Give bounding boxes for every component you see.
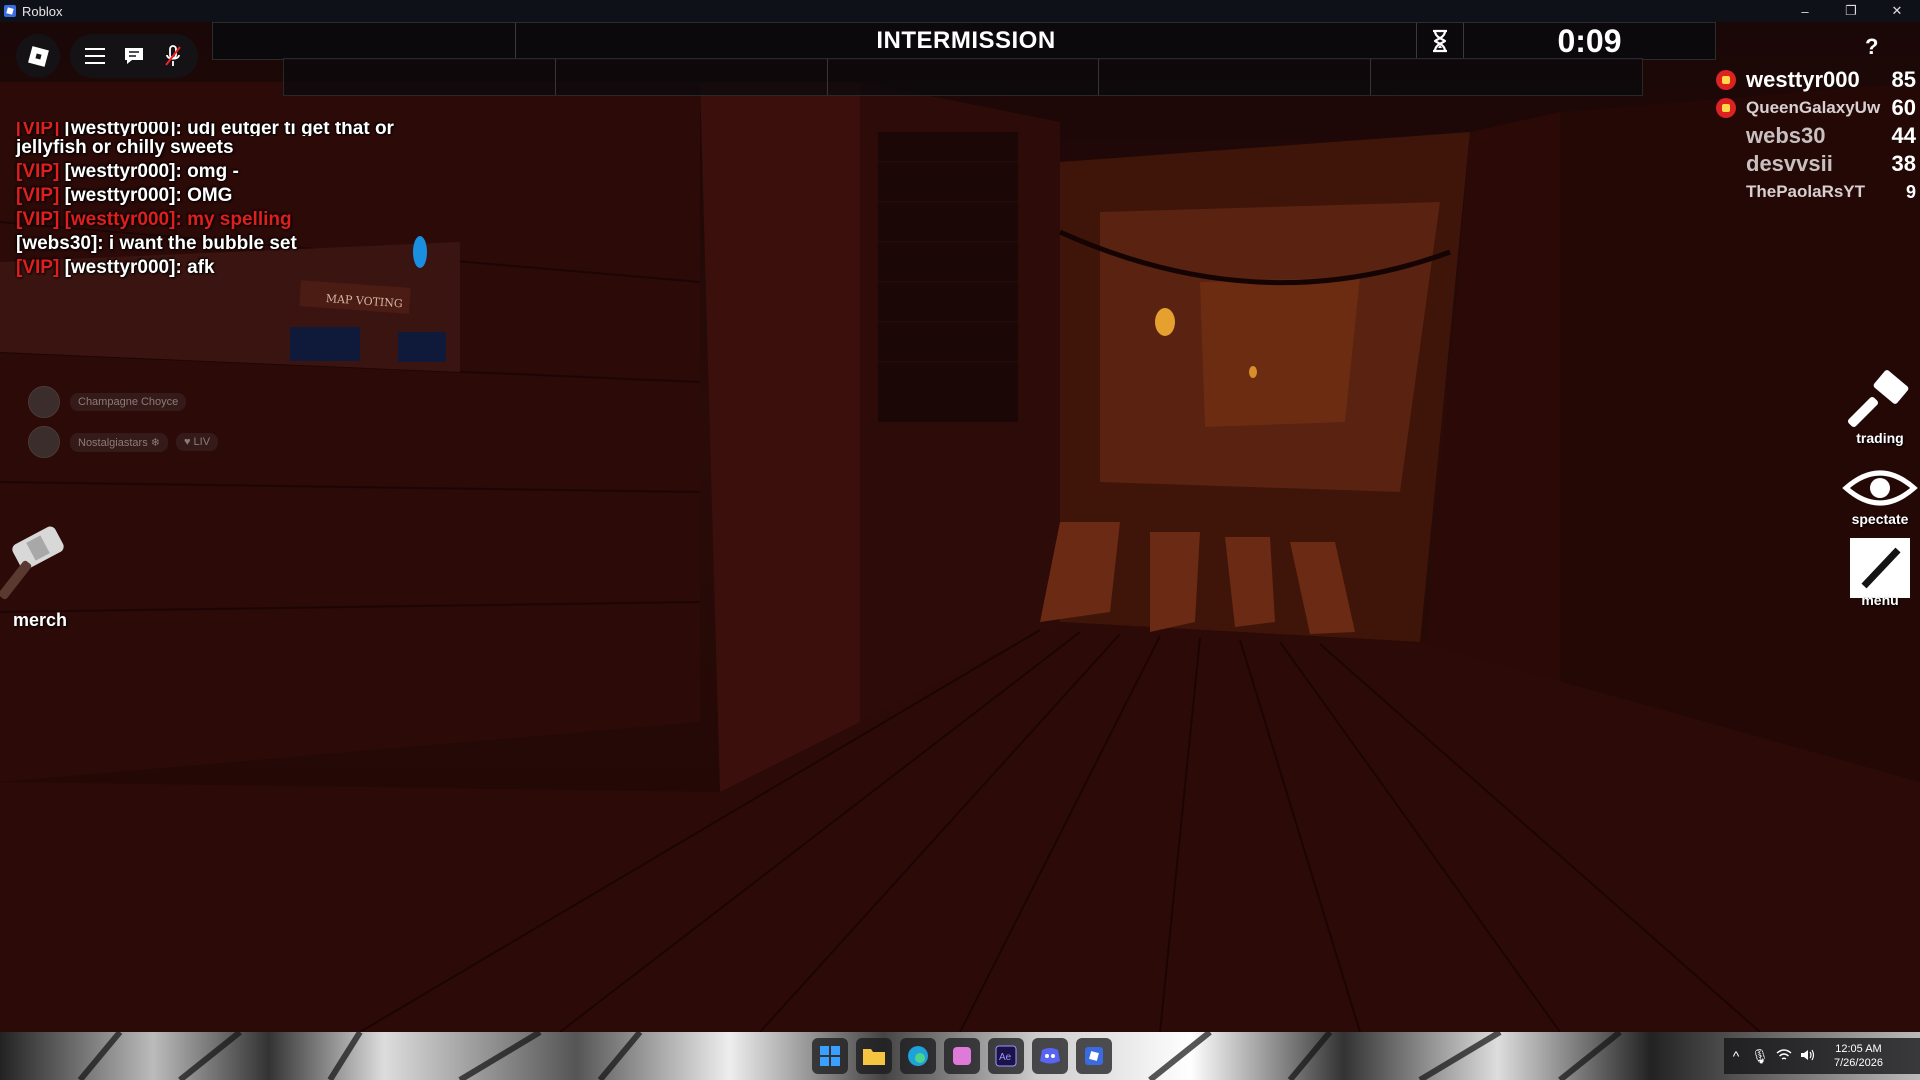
close-button[interactable]: ✕ <box>1874 0 1920 22</box>
hamburger-menu-icon[interactable] <box>80 41 110 71</box>
leaderboard-row[interactable]: westtyr000 85 <box>1716 66 1916 94</box>
player-score: 9 <box>1905 181 1916 202</box>
status-bar-left-slot <box>213 23 516 59</box>
chat-message: [VIP] [westtyr000]: OMG <box>16 185 233 206</box>
svg-text:Ae: Ae <box>999 1052 1012 1063</box>
leaderboard-row[interactable]: QueenGalaxyUw 60 <box>1716 94 1916 122</box>
window-title: Roblox <box>22 3 63 19</box>
roblox-menu-button[interactable] <box>16 34 60 78</box>
round-status-label: INTERMISSION <box>516 23 1417 59</box>
roblox-toolbar <box>70 34 198 78</box>
player-slot <box>1099 59 1372 95</box>
player-name: desvvsii <box>1746 151 1833 176</box>
after-effects-icon[interactable]: Ae <box>988 1038 1024 1074</box>
menu-button[interactable]: menu <box>1840 534 1920 610</box>
microphone-muted-icon[interactable] <box>158 41 188 71</box>
hammer-icon <box>0 526 64 600</box>
avatar <box>28 386 60 418</box>
roblox-app-icon <box>4 5 16 17</box>
windows-start-icon[interactable] <box>812 1038 848 1074</box>
system-tray: ^ 🎙 12:05 AM 7/26/2026 <box>1724 1038 1920 1074</box>
round-status-bar: INTERMISSION 0:09 <box>212 22 1716 60</box>
wifi-icon[interactable] <box>1772 1048 1796 1065</box>
chat-message: [VIP] [westtyr000]: omg - <box>16 161 239 182</box>
microphone-icon[interactable]: 🎙 <box>1748 1048 1772 1065</box>
edge-browser-icon[interactable] <box>900 1038 936 1074</box>
player-name: webs30 <box>1746 123 1826 148</box>
leaderboard-row[interactable]: webs30 44 <box>1716 122 1916 150</box>
window-controls: – ❐ ✕ <box>1782 0 1920 22</box>
discord-icon[interactable] <box>1032 1038 1068 1074</box>
taskbar-pinned-apps: Ae <box>812 1038 1112 1074</box>
hammer-icon <box>1847 370 1909 428</box>
minimize-button[interactable]: – <box>1782 0 1828 22</box>
player-slot <box>828 59 1100 95</box>
round-timer: 0:09 <box>1557 22 1622 59</box>
player-score: 44 <box>1891 123 1916 148</box>
notification-player-name: Nostalgiastars ❄ <box>70 432 168 452</box>
player-slot <box>1371 59 1642 95</box>
pink-app-icon[interactable] <box>944 1038 980 1074</box>
player-score: 38 <box>1891 151 1916 176</box>
merch-button[interactable]: merch <box>0 520 80 630</box>
roblox-icon[interactable] <box>1076 1038 1112 1074</box>
trading-label: trading <box>1856 430 1904 446</box>
file-explorer-icon[interactable] <box>856 1038 892 1074</box>
chat-toggle-icon[interactable] <box>119 41 149 71</box>
notification-badge: ♥ LIV <box>175 433 219 451</box>
window-titlebar: Roblox – ❐ ✕ <box>0 0 1920 22</box>
windows-taskbar: Ae ^ 🎙 12:05 AM 7/26/2026 <box>0 1032 1920 1080</box>
player-slot <box>284 59 556 95</box>
menu-label: menu <box>1861 592 1899 608</box>
player-slot-bar <box>283 58 1643 96</box>
spectate-button[interactable]: spectate <box>1840 458 1920 534</box>
vip-badge-icon <box>1716 70 1736 90</box>
taskbar-clock[interactable]: 12:05 AM 7/26/2026 <box>1834 1042 1883 1070</box>
chat-message: [VIP] [westtyr000]: udj eutger ti get th… <box>16 122 394 136</box>
restore-button[interactable]: ❐ <box>1828 0 1874 22</box>
clock-date: 7/26/2026 <box>1834 1057 1883 1069</box>
chevron-up-icon[interactable]: ^ <box>1724 1048 1748 1064</box>
chat-message: [webs30]: i want the bubble set <box>16 233 297 254</box>
player-notification: Champagne Choyce <box>28 386 187 418</box>
hourglass-icon <box>1417 23 1464 59</box>
eye-icon <box>1842 470 1918 506</box>
player-name: QueenGalaxyUw <box>1746 98 1881 117</box>
player-slot <box>556 59 828 95</box>
roblox-logo-icon <box>27 45 49 67</box>
speaker-icon[interactable] <box>1796 1048 1820 1065</box>
chat-log: [VIP] [westtyr000]: udj eutger ti get th… <box>16 122 456 280</box>
leaderboard-row[interactable]: ThePaolaRsYT 9 <box>1716 178 1916 206</box>
clock-time: 12:05 AM <box>1835 1043 1882 1055</box>
player-name: westtyr000 <box>1746 67 1860 92</box>
leaderboard: westtyr000 85 QueenGalaxyUw 60 webs30 44… <box>1716 66 1916 206</box>
player-score: 85 <box>1891 67 1916 92</box>
spectate-label: spectate <box>1851 511 1909 527</box>
chat-message: jellyfish or chilly sweets <box>16 137 234 158</box>
chat-message: [VIP] [westtyr000]: my spelling <box>16 209 292 230</box>
trading-button[interactable]: trading <box>1840 370 1920 446</box>
player-name: ThePaolaRsYT <box>1746 182 1866 201</box>
chat-message: [VIP] [westtyr000]: afk <box>16 257 215 278</box>
player-notification: Nostalgiastars ❄ ♥ LIV <box>28 426 219 458</box>
merch-label: merch <box>13 610 68 630</box>
avatar <box>28 426 60 458</box>
notification-player-name: Champagne Choyce <box>70 393 187 411</box>
leaderboard-row[interactable]: desvvsii 38 <box>1716 150 1916 178</box>
player-score: 60 <box>1891 95 1916 120</box>
vip-badge-icon <box>1716 98 1736 118</box>
help-button[interactable]: ? <box>1865 34 1878 60</box>
